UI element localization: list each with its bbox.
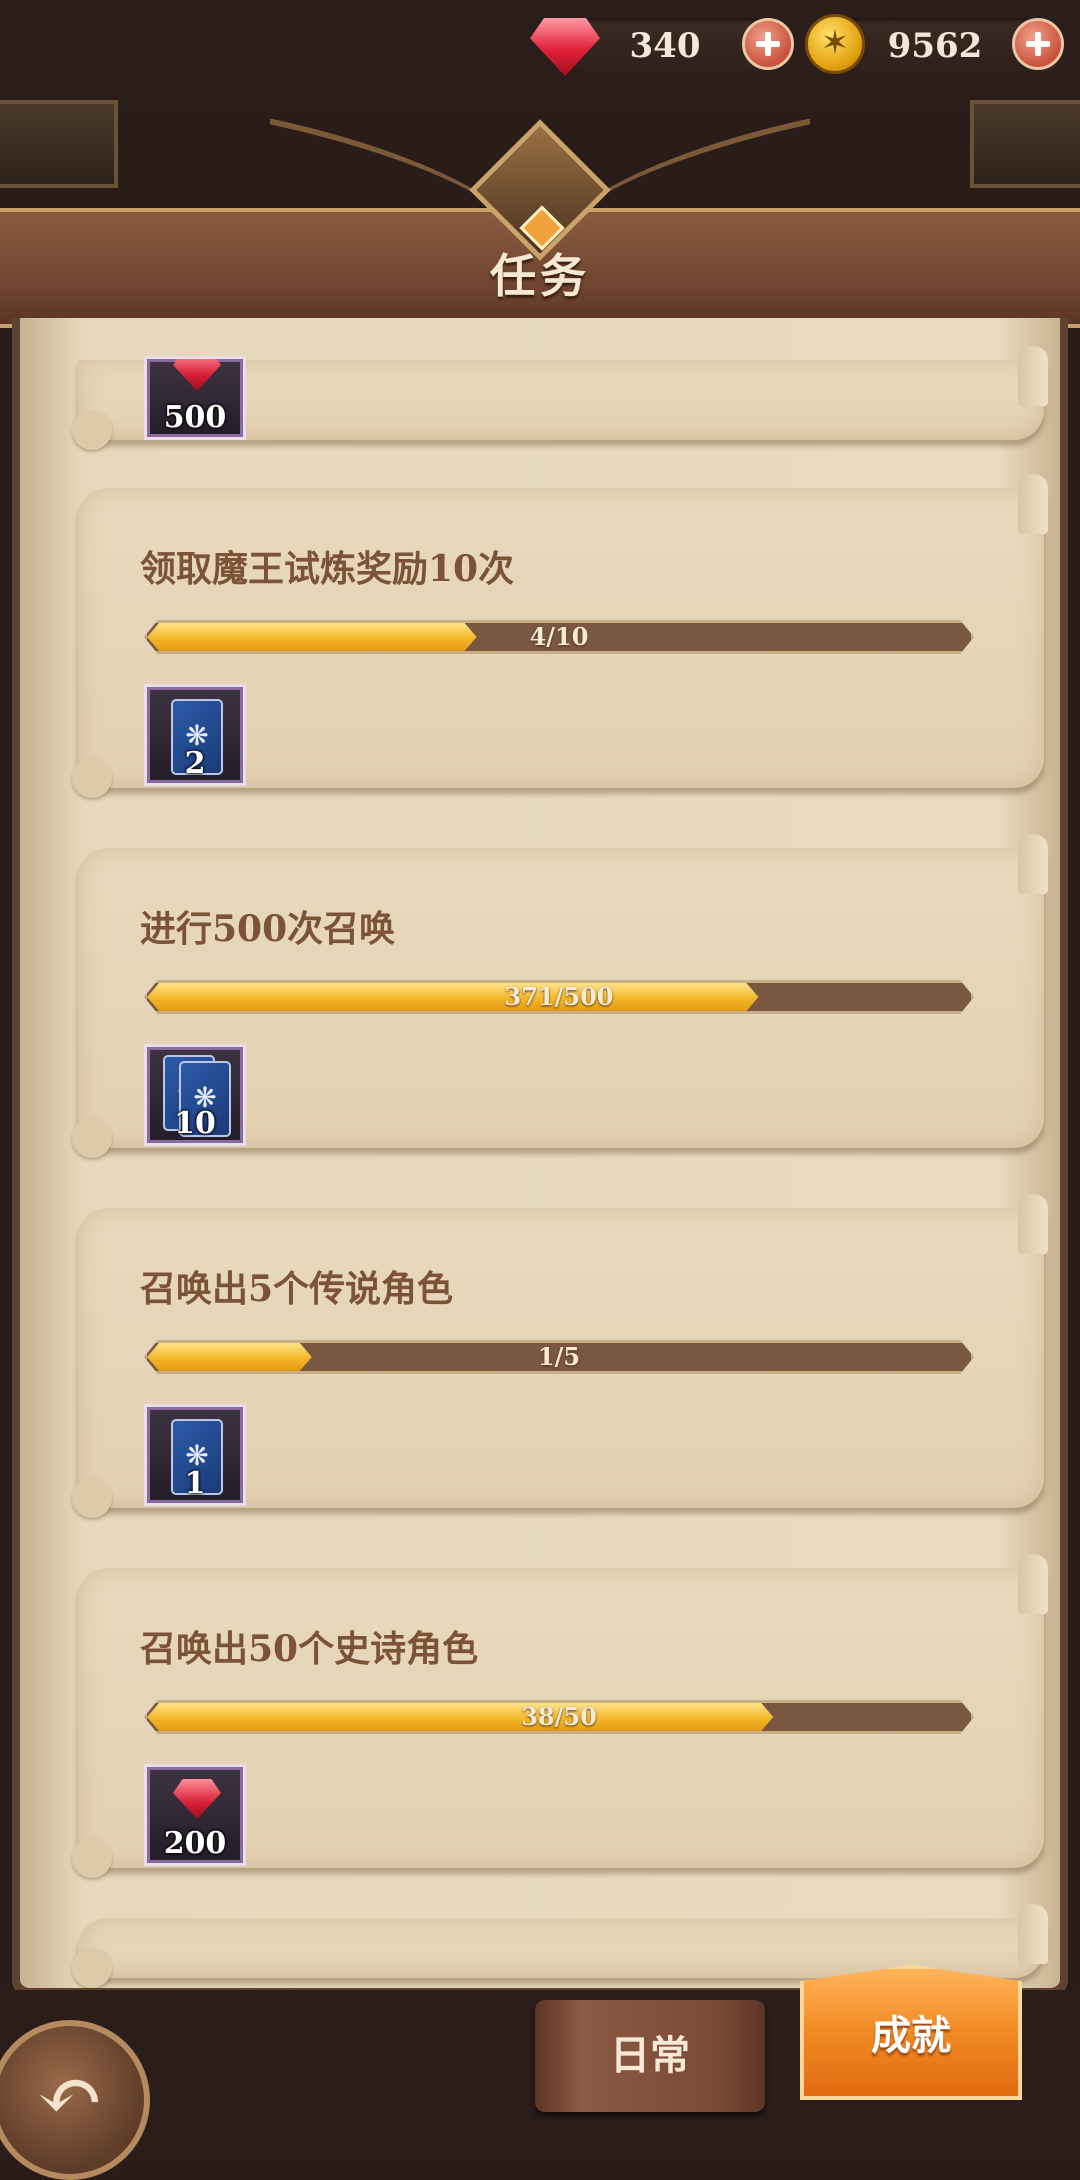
task-panel[interactable]: 500 领取魔王试炼奖励10次 4/10 2 进行500次召唤 371/500 …: [12, 318, 1068, 1998]
task-card: 领取魔王试炼奖励10次 4/10 2: [72, 474, 1048, 798]
reward-count: 500: [163, 400, 227, 435]
reward-count: 10: [174, 1106, 216, 1141]
progress-bar: 371/500: [144, 980, 974, 1014]
task-title: 领取魔王试炼奖励10次: [140, 548, 515, 590]
task-card: 召唤出5个传说角色 1/5 1: [72, 1194, 1048, 1518]
gold-count: 9562: [887, 26, 983, 66]
task-title: 进行500次召唤: [140, 908, 396, 950]
add-gems-button[interactable]: [742, 18, 794, 70]
red-gem-icon: [173, 359, 221, 391]
task-card: 500: [72, 346, 1048, 450]
reward-item[interactable]: 500: [144, 356, 246, 440]
task-card: 进行500次召唤 371/500 10: [72, 834, 1048, 1158]
progress-bar: 1/5: [144, 1340, 974, 1374]
reward-item[interactable]: 200: [144, 1764, 246, 1866]
gold-coin-icon: [805, 14, 865, 74]
progress-bar: 38/50: [144, 1700, 974, 1734]
add-gold-button[interactable]: [1012, 18, 1064, 70]
reward-count: 1: [184, 1466, 206, 1501]
reward-item[interactable]: 10: [144, 1044, 246, 1146]
reward-count: 2: [184, 746, 206, 781]
red-gem-icon: [173, 1779, 221, 1819]
page-title: 任务: [490, 249, 590, 303]
gem-count: 340: [629, 26, 701, 66]
progress-text: 38/50: [521, 1702, 597, 1731]
progress-text: 1/5: [537, 1342, 581, 1371]
progress-text: 4/10: [529, 622, 589, 651]
progress-bar: 4/10: [144, 620, 974, 654]
reward-item[interactable]: 1: [144, 1404, 246, 1506]
reward-item[interactable]: 2: [144, 684, 246, 786]
reward-count: 200: [163, 1826, 227, 1861]
progress-text: 371/500: [504, 982, 614, 1011]
tab-achievement[interactable]: 成就: [800, 1965, 1022, 2100]
task-title: 召唤出50个史诗角色: [140, 1628, 479, 1670]
back-arrow-icon: ↶: [36, 2049, 104, 2142]
tab-daily[interactable]: 日常: [535, 2000, 765, 2112]
task-title: 召唤出5个传说角色: [140, 1268, 454, 1310]
right-pillar-decoration: [970, 100, 1080, 188]
left-pillar-decoration: [0, 100, 118, 188]
task-card: 召唤出50个史诗角色 38/50 200: [72, 1554, 1048, 1878]
